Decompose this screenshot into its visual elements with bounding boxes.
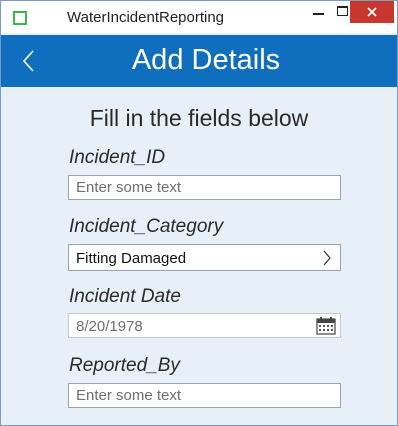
calendar-icon bbox=[316, 317, 336, 335]
form-subtitle: Fill in the fields below bbox=[89, 105, 309, 131]
app-window: WaterIncidentReporting Add Details Fill … bbox=[0, 0, 398, 426]
incident-id-label: Incident_ID bbox=[69, 147, 166, 168]
incident-date-value: 8/20/1978 bbox=[76, 318, 143, 335]
incident-category-value: Fitting Damaged bbox=[76, 250, 187, 267]
incident-date-label: Incident Date bbox=[69, 286, 181, 307]
chevron-right-icon bbox=[323, 250, 331, 266]
close-icon bbox=[367, 7, 377, 17]
incident-date-field[interactable]: 8/20/1978 bbox=[68, 313, 341, 338]
page-title: Add Details bbox=[131, 44, 281, 76]
app-icon bbox=[13, 11, 27, 25]
close-button[interactable] bbox=[350, 1, 394, 23]
reported-by-input[interactable] bbox=[68, 383, 341, 408]
page-header: Add Details bbox=[1, 35, 397, 87]
title-bar: WaterIncidentReporting bbox=[1, 1, 397, 33]
calendar-button[interactable] bbox=[315, 316, 337, 335]
minimize-button[interactable] bbox=[307, 1, 329, 23]
incident-id-input[interactable] bbox=[68, 175, 341, 200]
incident-category-select[interactable]: Fitting Damaged bbox=[68, 244, 341, 271]
incident-category-label: Incident_Category bbox=[69, 216, 224, 237]
window-title: WaterIncidentReporting bbox=[67, 9, 225, 26]
form-content: Fill in the fields below Incident_ID Inc… bbox=[1, 87, 397, 425]
reported-by-label: Reported_By bbox=[69, 355, 180, 376]
